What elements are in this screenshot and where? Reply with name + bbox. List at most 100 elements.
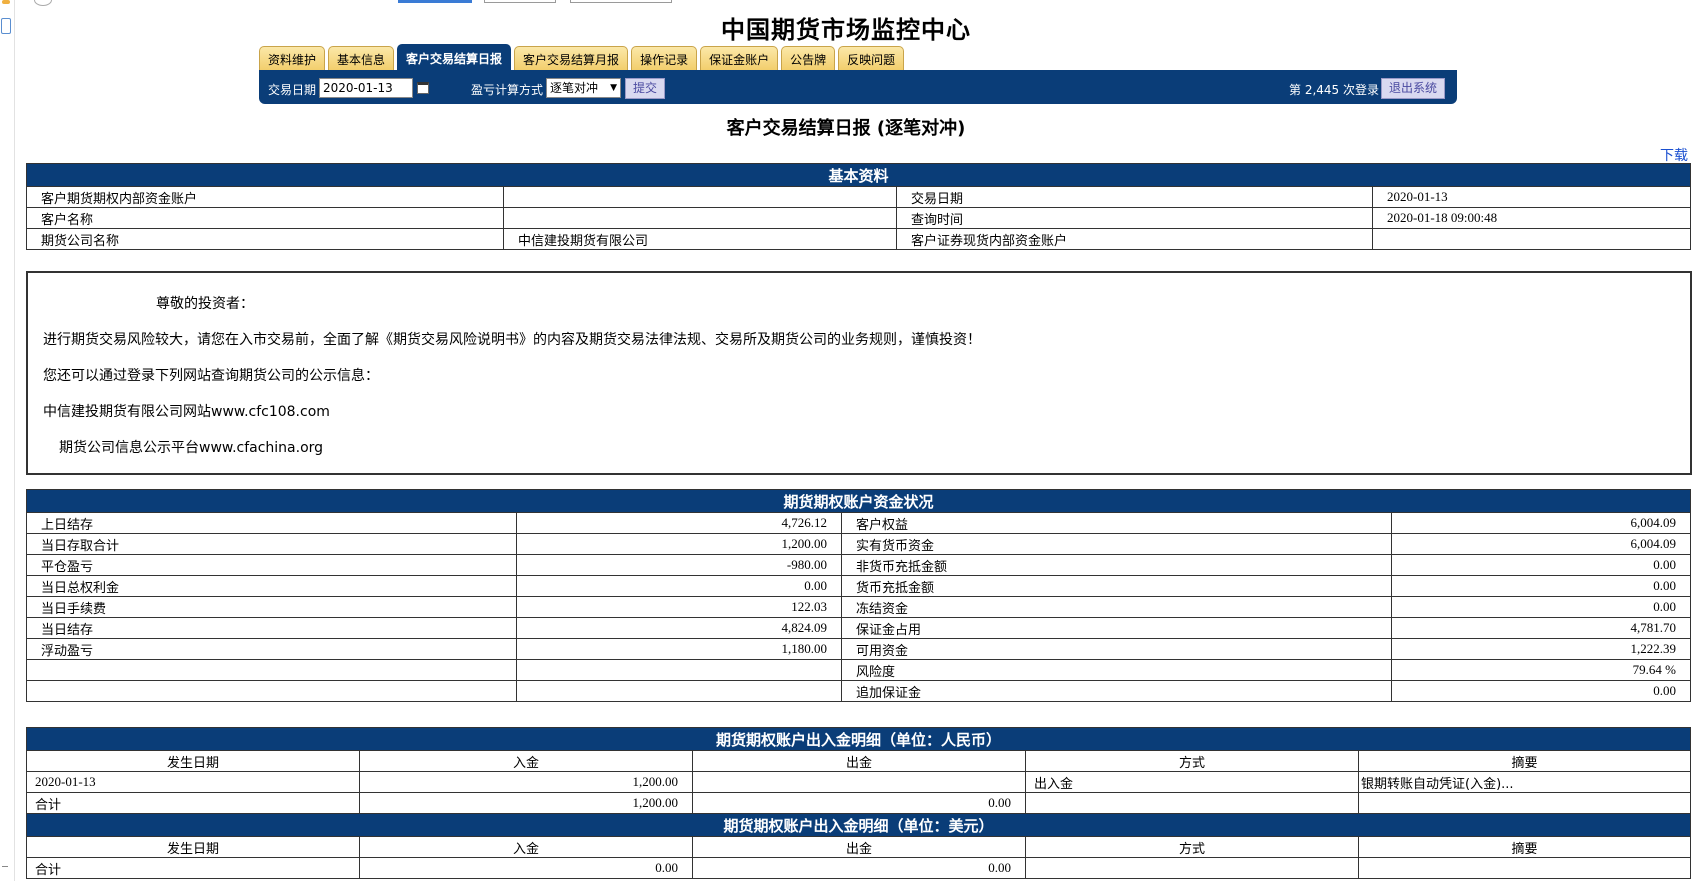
cell-memo [1358,857,1691,879]
cell-date: 合计 [26,857,360,879]
col-out: 出金 [692,836,1026,858]
table-row: 上日结存 4,726.12 客户权益 6,004.09 [26,512,1692,534]
fund-value: 79.64 % [1390,659,1692,681]
fund-label: 追加保证金 [841,680,1392,702]
table-row: 平仓盈亏 -980.00 非货币充抵金额 0.00 [26,554,1692,576]
column-header-row: 发生日期 入金 出金 方式 摘要 [26,836,1691,858]
table-row: 追加保证金 0.00 [26,680,1692,702]
table-row: 浮动盈亏 1,180.00 可用资金 1,222.39 [26,638,1692,660]
table-row: 合计 0.00 0.00 [26,857,1691,879]
report-title: 客户交易结算日报 (逐笔对冲) [726,118,966,139]
cutoff-icon [34,0,52,6]
fund-value: 122.03 [516,596,842,618]
tab-basic-info[interactable]: 基本信息 [328,46,395,71]
fund-value: 4,781.70 [1390,617,1692,639]
tab-bulletin[interactable]: 公告牌 [781,46,836,71]
site-title: 中国期货市场监控中心 [721,16,971,44]
notice-line: 中信建投期货有限公司网站www.cfc108.com [43,404,330,420]
notice-line: 进行期货交易风险较大，请您在入市交易前，全面了解《期货交易风险说明书》的内容及期… [43,332,981,348]
fund-status-table: 期货期权账户资金状况 上日结存 4,726.12 客户权益 6,004.09 当日存取合… [25,489,1692,702]
method-label: 盈亏计算方式 [471,83,544,97]
field-value [1371,228,1692,250]
cell-date: 合计 [26,792,360,814]
cell-in: 0.00 [359,857,693,879]
tab-margin-account[interactable]: 保证金账户 [700,46,779,71]
notice-line: 您还可以通过登录下列网站查询期货公司的公示信息： [43,368,379,384]
usd-flow-header: 期货期权账户出入金明细（单位：美元） [26,813,1691,837]
chevron-down-icon: ▼ [610,83,617,93]
cutoff-box[interactable] [484,0,556,3]
bookmark-icon [2,0,10,4]
calendar-icon[interactable] [417,82,429,94]
download-link[interactable]: 下载 [1660,145,1688,165]
cell-in: 1,200.00 [359,771,693,793]
fund-status-header: 期货期权账户资金状况 [25,489,1692,513]
cell-out: 0.00 [692,857,1026,879]
col-in: 入金 [359,750,693,772]
col-date: 发生日期 [26,750,360,772]
table-row: 当日存取合计 1,200.00 实有货币资金 6,004.09 [26,533,1692,555]
logout-button[interactable]: 退出系统 [1381,78,1445,99]
date-input[interactable]: 2020-01-13 [319,78,413,98]
fund-value: 0.00 [516,575,842,597]
redacted-block [518,188,582,202]
table-row: 当日结存 4,824.09 保证金占用 4,781.70 [26,617,1692,639]
table-row: 风险度 79.64 % [26,659,1692,681]
fund-label: 当日结存 [26,617,517,639]
fund-label [26,680,517,702]
cell-method: 出入金 [1025,771,1359,793]
cell-date: 2020-01-13 [26,771,360,793]
cutoff-blue-button[interactable] [398,0,472,3]
tab-profile[interactable]: 资料维护 [259,46,326,71]
table-row: 期货公司名称 中信建投期货有限公司 客户证券现货内部资金账户 [26,228,1692,250]
cell-memo: 银期转账自动凭证(入金)... [1358,771,1691,793]
field-label: 期货公司名称 [26,228,504,250]
table-row: 合计 1,200.00 0.00 [26,792,1691,814]
fund-label: 非货币充抵金额 [841,554,1392,576]
col-method: 方式 [1025,836,1359,858]
method-value: 逐笔对冲 [550,81,599,95]
fund-value: 6,004.09 [1390,533,1692,555]
cell-in: 1,200.00 [359,792,693,814]
field-value: 2020-01-13 [1371,186,1692,208]
fund-label: 风险度 [841,659,1392,681]
method-select[interactable]: 逐笔对冲 ▼ [546,78,621,98]
toolbar: 交易日期 2020-01-13 盈亏计算方式 逐笔对冲 ▼ 提交 第 2,445… [259,70,1457,104]
col-memo: 摘要 [1358,836,1691,858]
submit-button[interactable]: 提交 [625,78,665,99]
fund-value: -980.00 [516,554,842,576]
fund-value: 1,200.00 [516,533,842,555]
investor-notice: 尊敬的投资者： 进行期货交易风险较大，请您在入市交易前，全面了解《期货交易风险说… [26,271,1692,475]
table-row: 客户名称 查询时间 2020-01-18 09:00:48 [26,207,1692,229]
tab-operation-log[interactable]: 操作记录 [631,46,698,71]
fund-value: 4,824.09 [516,617,842,639]
fund-value [516,659,842,681]
cutoff-box[interactable] [570,0,672,3]
fund-label: 客户权益 [841,512,1392,534]
column-header-row: 发生日期 入金 出金 方式 摘要 [26,750,1691,772]
nav-tabs: 资料维护 基本信息 客户交易结算日报 客户交易结算月报 操作记录 保证金账户 公… [259,44,907,71]
cell-out: 0.00 [692,792,1026,814]
fund-value [516,680,842,702]
login-count: 第 2,445 次登录 [1289,83,1379,97]
fund-label: 保证金占用 [841,617,1392,639]
field-label: 交易日期 [896,186,1373,208]
tab-monthly-report[interactable]: 客户交易结算月报 [514,46,629,71]
tab-daily-report[interactable]: 客户交易结算日报 [397,44,512,71]
fund-value: 1,222.39 [1390,638,1692,660]
usd-flow-table: 期货期权账户出入金明细（单位：美元） 发生日期 入金 出金 方式 摘要 合计 0… [26,813,1691,879]
fund-label: 浮动盈亏 [26,638,517,660]
field-label: 查询时间 [896,207,1373,229]
table-row: 客户期货期权内部资金账户 交易日期 2020-01-13 [26,186,1692,208]
field-value [503,207,897,229]
col-method: 方式 [1025,750,1359,772]
fund-value: 0.00 [1390,596,1692,618]
cell-memo [1358,792,1691,814]
table-row: 当日手续费 122.03 冻结资金 0.00 [26,596,1692,618]
field-label: 客户证券现货内部资金账户 [896,228,1373,250]
basic-info-header: 基本资料 [25,163,1692,187]
rmb-flow-table: 期货期权账户出入金明细（单位：人民币） 发生日期 入金 出金 方式 摘要 202… [26,727,1691,814]
col-out: 出金 [692,750,1026,772]
tab-feedback[interactable]: 反映问题 [838,46,905,71]
fund-value: 6,004.09 [1390,512,1692,534]
